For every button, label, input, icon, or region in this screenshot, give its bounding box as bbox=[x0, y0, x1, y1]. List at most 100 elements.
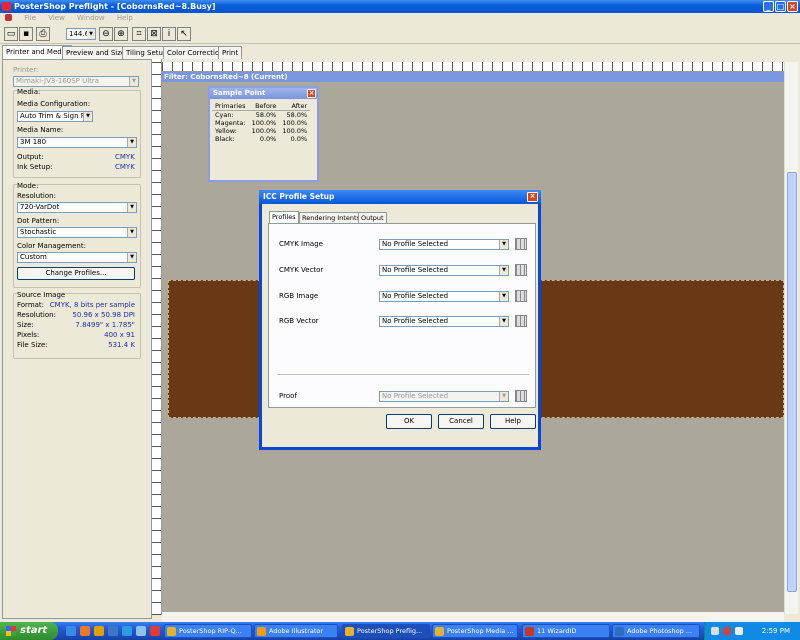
media-config-label: Media Configuration: bbox=[17, 100, 91, 108]
cmyk-image-browse-icon[interactable] bbox=[515, 238, 527, 250]
open-icon[interactable]: ▭ bbox=[4, 27, 18, 41]
color-management-select[interactable]: Custom ▼ bbox=[17, 252, 137, 263]
maximize-button[interactable]: □ bbox=[775, 1, 786, 12]
rgb-image-label: RGB Image bbox=[279, 292, 319, 300]
windows-logo-icon bbox=[6, 626, 16, 636]
canvas-header: Filter: CobornsRed~8 (Current) bbox=[162, 72, 784, 82]
source-size-value: 7.8499" x 1.785" bbox=[75, 321, 135, 329]
quicklaunch-firefox-icon[interactable] bbox=[80, 626, 90, 636]
dialog-tab-output[interactable]: Output bbox=[358, 212, 387, 223]
ink-setup-label: Ink Setup: bbox=[17, 163, 53, 171]
dialog-title-bar[interactable]: ICC Profile Setup × bbox=[259, 190, 541, 204]
info-icon[interactable]: i bbox=[162, 27, 176, 41]
mode-heading: Mode: bbox=[17, 182, 39, 190]
system-tray: 2:59 PM bbox=[704, 622, 800, 640]
rgb-image-select[interactable]: No Profile Selected ▼ bbox=[379, 291, 509, 302]
pointer-icon[interactable]: ↖ bbox=[177, 27, 191, 41]
tab-print[interactable]: Print bbox=[218, 46, 243, 59]
printer-select: Mimaki-JV3-160SP Ultra ▼ bbox=[13, 76, 139, 87]
menu-file[interactable]: File bbox=[24, 14, 36, 22]
taskbar-item-postshop-preflight[interactable]: PosterShop Preflig... bbox=[342, 624, 430, 638]
sample-point-close-icon[interactable]: × bbox=[307, 89, 316, 98]
resolution-label: Resolution: bbox=[17, 192, 56, 200]
print-icon[interactable]: ⎙ bbox=[36, 27, 50, 41]
tab-preview-and-size[interactable]: Preview and Size bbox=[62, 46, 130, 59]
quicklaunch-app-icon[interactable] bbox=[108, 626, 118, 636]
cmyk-vector-select[interactable]: No Profile Selected ▼ bbox=[379, 265, 509, 276]
cmyk-image-label: CMYK Image bbox=[279, 240, 323, 248]
profiles-panel: CMYK Image No Profile Selected ▼ CMYK Vec… bbox=[268, 223, 536, 408]
taskbar-item-postshop-rip[interactable]: PosterShop RIP-Q... bbox=[164, 624, 252, 638]
change-profiles-button[interactable]: Change Profiles... bbox=[17, 267, 135, 280]
taskbar-item-postshop-media[interactable]: PosterShop Media ... bbox=[432, 624, 518, 638]
start-button[interactable]: start bbox=[0, 622, 58, 640]
tray-volume-icon[interactable] bbox=[735, 627, 743, 635]
taskbar: start PosterShop RIP-Q... Adobe Illustra… bbox=[0, 622, 800, 640]
resolution-select[interactable]: 720-VarDot ▼ bbox=[17, 202, 137, 213]
dialog-close-icon[interactable]: × bbox=[527, 192, 538, 202]
minimize-button[interactable]: _ bbox=[763, 1, 774, 12]
menu-view[interactable]: View bbox=[48, 14, 65, 22]
quicklaunch-ai-icon[interactable] bbox=[94, 626, 104, 636]
crop-icon[interactable]: ⌗ bbox=[132, 27, 146, 41]
cmyk-image-select[interactable]: No Profile Selected ▼ bbox=[379, 239, 509, 250]
dialog-tab-profiles[interactable]: Profiles bbox=[269, 211, 299, 223]
sp-header-primaries: Primaries bbox=[215, 102, 246, 110]
window-title-bar[interactable]: PosterShop Preflight - [CobornsRed~8.Bus… bbox=[0, 0, 800, 13]
help-button[interactable]: Help bbox=[490, 414, 536, 429]
divider bbox=[277, 374, 529, 375]
quicklaunch-media-icon[interactable] bbox=[150, 626, 160, 636]
rgb-image-browse-icon[interactable] bbox=[515, 290, 527, 302]
quicklaunch-ps-icon[interactable] bbox=[122, 626, 132, 636]
zoom-select[interactable]: 144.6 ▼ bbox=[66, 28, 96, 40]
zoom-out-icon[interactable]: ⊖ bbox=[99, 27, 113, 41]
sample-point-title-bar[interactable]: Sample Point × bbox=[210, 88, 317, 99]
printer-label: Printer: bbox=[13, 66, 39, 74]
menu-window[interactable]: Window bbox=[77, 14, 105, 22]
color-management-label: Color Management: bbox=[17, 242, 86, 250]
rgb-vector-label: RGB Vector bbox=[279, 317, 319, 325]
clock[interactable]: 2:59 PM bbox=[762, 622, 790, 640]
source-resolution-value: 50.96 x 50.98 DPI bbox=[72, 311, 135, 319]
save-icon[interactable]: ▪ bbox=[19, 27, 33, 41]
table-row: Magenta: 100.0% 100.0% bbox=[215, 119, 308, 127]
cmyk-vector-label: CMYK Vector bbox=[279, 266, 324, 274]
dot-pattern-select[interactable]: Stochastic ▼ bbox=[17, 227, 137, 238]
scroll-thumb[interactable] bbox=[787, 172, 797, 592]
cancel-button[interactable]: Cancel bbox=[438, 414, 484, 429]
source-format-label: Format: bbox=[17, 301, 45, 309]
source-filesize-label: File Size: bbox=[17, 341, 48, 349]
ok-button[interactable]: OK bbox=[386, 414, 432, 429]
printer-media-panel: Printer: Mimaki-JV3-160SP Ultra ▼ Media: … bbox=[2, 59, 152, 619]
quicklaunch-desktop-icon[interactable] bbox=[136, 626, 146, 636]
sample-point-window: Sample Point × Primaries Before After Cya… bbox=[208, 86, 319, 182]
vertical-scrollbar[interactable] bbox=[784, 62, 798, 614]
cmyk-vector-browse-icon[interactable] bbox=[515, 264, 527, 276]
source-size-label: Size: bbox=[17, 321, 34, 329]
output-label: Output: bbox=[17, 153, 44, 161]
source-filesize-value: 531.4 K bbox=[108, 341, 135, 349]
media-name-select[interactable]: 3M 180 ▼ bbox=[17, 137, 137, 148]
quicklaunch-ie-icon[interactable] bbox=[66, 626, 76, 636]
taskbar-item-photoshop[interactable]: Adobe Photoshop ... bbox=[612, 624, 700, 638]
taskbar-item-illustrator[interactable]: Adobe Illustrator bbox=[254, 624, 338, 638]
media-config-select[interactable]: Auto Trim & Sign Pro ▼ bbox=[17, 111, 93, 122]
zoom-in-icon[interactable]: ⊕ bbox=[114, 27, 128, 41]
menu-help[interactable]: Help bbox=[117, 14, 133, 22]
dialog-tab-rendering-intents[interactable]: Rendering Intents bbox=[299, 212, 363, 223]
fit-icon[interactable]: ⊠ bbox=[147, 27, 161, 41]
window-title: PosterShop Preflight - [CobornsRed~8.Bus… bbox=[14, 2, 216, 11]
source-pixels-value: 400 x 91 bbox=[104, 331, 135, 339]
taskbar-item-wizardid[interactable]: 11 WizardID bbox=[522, 624, 610, 638]
table-row: Yellow: 100.0% 100.0% bbox=[215, 127, 308, 135]
close-button[interactable]: × bbox=[787, 1, 798, 12]
tray-network-icon[interactable] bbox=[711, 627, 719, 635]
table-row: Black: 0.0% 0.0% bbox=[215, 135, 308, 143]
tray-security-icon[interactable] bbox=[723, 627, 731, 635]
horizontal-ruler bbox=[162, 62, 784, 72]
rgb-vector-select[interactable]: No Profile Selected ▼ bbox=[379, 316, 509, 327]
table-row: Cyan: 58.0% 58.0% bbox=[215, 111, 308, 119]
ink-setup-value: CMYK bbox=[115, 163, 135, 171]
rgb-vector-browse-icon[interactable] bbox=[515, 315, 527, 327]
proof-browse-icon[interactable] bbox=[515, 390, 527, 402]
